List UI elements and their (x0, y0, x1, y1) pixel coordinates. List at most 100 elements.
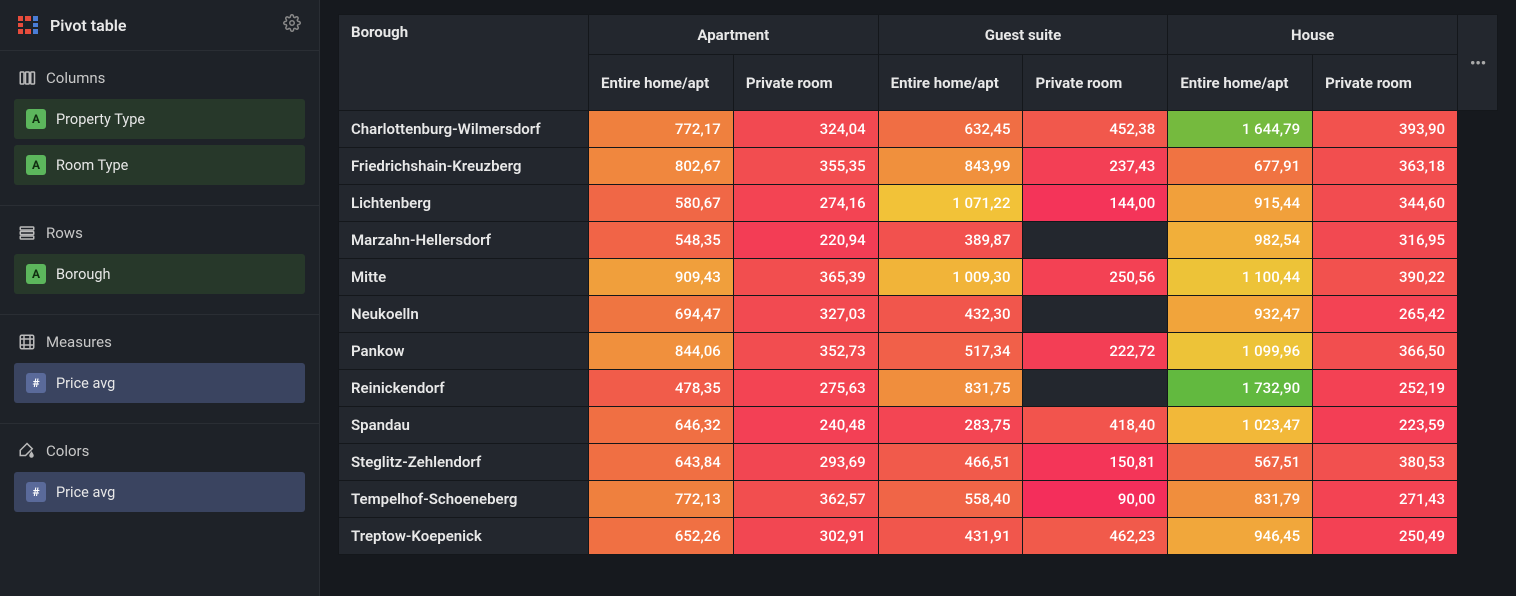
data-cell[interactable]: 466,51 (878, 444, 1023, 481)
data-cell[interactable]: 772,17 (589, 111, 734, 148)
data-cell[interactable] (1023, 296, 1168, 333)
data-cell[interactable]: 677,91 (1168, 148, 1313, 185)
data-cell[interactable]: 452,38 (1023, 111, 1168, 148)
data-cell[interactable]: 1 644,79 (1168, 111, 1313, 148)
column-pill-property-type[interactable]: A Property Type (14, 99, 305, 139)
data-cell[interactable] (1023, 370, 1168, 407)
data-cell[interactable]: 1 732,90 (1168, 370, 1313, 407)
data-cell[interactable]: 1 071,22 (878, 185, 1023, 222)
data-cell[interactable]: 517,34 (878, 333, 1023, 370)
row-header[interactable]: Neukoelln (339, 296, 589, 333)
row-pill-borough[interactable]: A Borough (14, 254, 305, 294)
row-header[interactable]: Marzahn-Hellersdorf (339, 222, 589, 259)
data-cell[interactable]: 265,42 (1313, 296, 1458, 333)
column-pill-room-type[interactable]: A Room Type (14, 145, 305, 185)
data-cell[interactable]: 316,95 (1313, 222, 1458, 259)
more-columns-button[interactable]: ••• (1458, 15, 1498, 111)
data-cell[interactable]: 1 100,44 (1168, 259, 1313, 296)
subcol-header[interactable]: Entire home/apt (1168, 55, 1313, 111)
data-cell[interactable]: 646,32 (589, 407, 734, 444)
data-cell[interactable]: 462,23 (1023, 518, 1168, 555)
data-cell[interactable]: 220,94 (733, 222, 878, 259)
data-cell[interactable]: 558,40 (878, 481, 1023, 518)
gear-icon[interactable] (283, 14, 301, 36)
subcol-header[interactable]: Entire home/apt (589, 55, 734, 111)
data-cell[interactable]: 643,84 (589, 444, 734, 481)
data-cell[interactable]: 344,60 (1313, 185, 1458, 222)
data-cell[interactable]: 274,16 (733, 185, 878, 222)
row-header[interactable]: Friedrichshain-Kreuzberg (339, 148, 589, 185)
row-header[interactable]: Charlottenburg-Wilmersdorf (339, 111, 589, 148)
data-cell[interactable] (1023, 222, 1168, 259)
data-cell[interactable]: 283,75 (878, 407, 1023, 444)
data-cell[interactable]: 478,35 (589, 370, 734, 407)
data-cell[interactable]: 271,43 (1313, 481, 1458, 518)
row-header[interactable]: Mitte (339, 259, 589, 296)
col-group-guest-suite[interactable]: Guest suite (878, 15, 1168, 55)
row-header[interactable]: Treptow-Koepenick (339, 518, 589, 555)
data-cell[interactable]: 844,06 (589, 333, 734, 370)
data-cell[interactable]: 275,63 (733, 370, 878, 407)
data-cell[interactable]: 843,99 (878, 148, 1023, 185)
data-cell[interactable]: 355,35 (733, 148, 878, 185)
data-cell[interactable]: 393,90 (1313, 111, 1458, 148)
data-cell[interactable]: 772,13 (589, 481, 734, 518)
data-cell[interactable]: 223,59 (1313, 407, 1458, 444)
data-cell[interactable]: 222,72 (1023, 333, 1168, 370)
corner-header[interactable]: Borough (339, 15, 589, 111)
data-cell[interactable]: 324,04 (733, 111, 878, 148)
data-cell[interactable]: 327,03 (733, 296, 878, 333)
data-cell[interactable]: 380,53 (1313, 444, 1458, 481)
data-cell[interactable]: 694,47 (589, 296, 734, 333)
data-cell[interactable]: 240,48 (733, 407, 878, 444)
data-cell[interactable]: 831,75 (878, 370, 1023, 407)
data-cell[interactable]: 352,73 (733, 333, 878, 370)
row-header[interactable]: Steglitz-Zehlendorf (339, 444, 589, 481)
data-cell[interactable]: 567,51 (1168, 444, 1313, 481)
subcol-header[interactable]: Private room (733, 55, 878, 111)
data-cell[interactable]: 418,40 (1023, 407, 1168, 444)
row-header[interactable]: Spandau (339, 407, 589, 444)
data-cell[interactable]: 909,43 (589, 259, 734, 296)
data-cell[interactable]: 652,26 (589, 518, 734, 555)
data-cell[interactable]: 90,00 (1023, 481, 1168, 518)
subcol-header[interactable]: Private room (1023, 55, 1168, 111)
data-cell[interactable]: 250,56 (1023, 259, 1168, 296)
data-cell[interactable]: 632,45 (878, 111, 1023, 148)
data-cell[interactable]: 932,47 (1168, 296, 1313, 333)
subcol-header[interactable]: Private room (1313, 55, 1458, 111)
row-header[interactable]: Tempelhof-Schoeneberg (339, 481, 589, 518)
measure-pill-price-avg[interactable]: # Price avg (14, 363, 305, 403)
data-cell[interactable]: 237,43 (1023, 148, 1168, 185)
data-cell[interactable]: 293,69 (733, 444, 878, 481)
col-group-house[interactable]: House (1168, 15, 1458, 55)
data-cell[interactable]: 548,35 (589, 222, 734, 259)
data-cell[interactable]: 831,79 (1168, 481, 1313, 518)
data-cell[interactable]: 946,45 (1168, 518, 1313, 555)
data-cell[interactable]: 802,67 (589, 148, 734, 185)
data-cell[interactable]: 1 023,47 (1168, 407, 1313, 444)
data-cell[interactable]: 389,87 (878, 222, 1023, 259)
data-cell[interactable]: 302,91 (733, 518, 878, 555)
data-cell[interactable]: 580,67 (589, 185, 734, 222)
data-cell[interactable]: 431,91 (878, 518, 1023, 555)
data-cell[interactable]: 432,30 (878, 296, 1023, 333)
data-cell[interactable]: 915,44 (1168, 185, 1313, 222)
data-cell[interactable]: 366,50 (1313, 333, 1458, 370)
row-header[interactable]: Reinickendorf (339, 370, 589, 407)
row-header[interactable]: Lichtenberg (339, 185, 589, 222)
data-cell[interactable]: 390,22 (1313, 259, 1458, 296)
data-cell[interactable]: 1 099,96 (1168, 333, 1313, 370)
data-cell[interactable]: 363,18 (1313, 148, 1458, 185)
col-group-apartment[interactable]: Apartment (589, 15, 879, 55)
data-cell[interactable]: 250,49 (1313, 518, 1458, 555)
data-cell[interactable]: 365,39 (733, 259, 878, 296)
subcol-header[interactable]: Entire home/apt (878, 55, 1023, 111)
data-cell[interactable]: 982,54 (1168, 222, 1313, 259)
data-cell[interactable]: 144,00 (1023, 185, 1168, 222)
row-header[interactable]: Pankow (339, 333, 589, 370)
data-cell[interactable]: 150,81 (1023, 444, 1168, 481)
color-pill-price-avg[interactable]: # Price avg (14, 472, 305, 512)
data-cell[interactable]: 362,57 (733, 481, 878, 518)
data-cell[interactable]: 1 009,30 (878, 259, 1023, 296)
